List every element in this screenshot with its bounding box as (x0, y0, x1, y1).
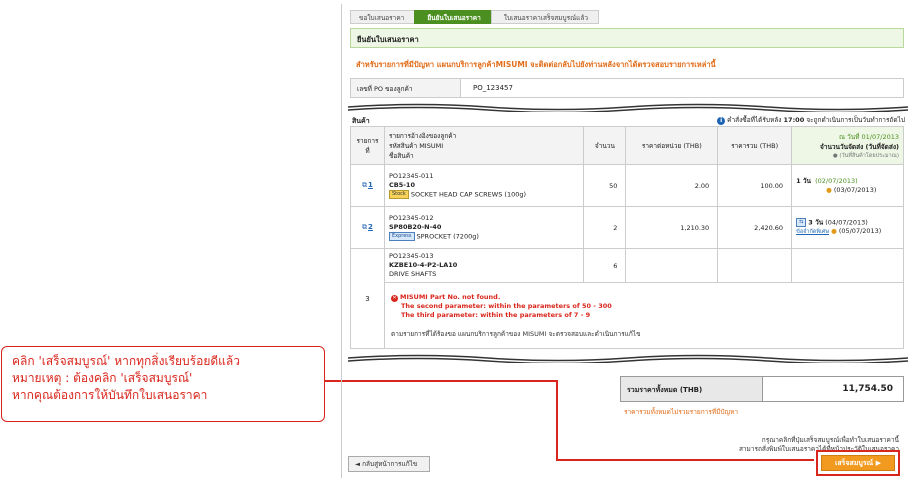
row-3-total (717, 248, 793, 283)
row-3-ref: PO12345-013 (388, 252, 434, 260)
error-cell: ✕ MISUMI Part No. not found. The second p… (383, 282, 905, 349)
items-table: รายการที่ รายการอ้างอิงของลูกค้า รหัสสิน… (350, 126, 905, 349)
row-3-desc: PO12345-013 KZBE10-4-P2-LA10 DRIVE SHAFT… (383, 248, 585, 283)
finish-label: เสร็จสมบูรณ์ (835, 459, 874, 467)
row-1-name: SOCKET HEAD CAP SCREWS (100g) (410, 190, 527, 199)
col-unit-price: ราคาต่อหน่วย (THB) (625, 126, 719, 165)
footer-line-1: กรุณาคลิกที่ปุ่มเสร็จสมบูรณ์เพื่อทำใบเสน… (761, 436, 899, 444)
row-2-name: SPROCKET (7200g) (416, 232, 479, 241)
step-confirm-quote: ยืนยันใบเสนอราคา (414, 10, 492, 24)
back-to-edit-button[interactable]: ◄ กลับสู่หน้าการแก้ไข (348, 456, 430, 472)
finish-highlight: เสร็จสมบูรณ์ ▶ (816, 450, 900, 476)
callout-line-3: หากคุณต้องการให้บันทึกใบเสนอราคา (12, 388, 208, 402)
cutoff-suffix: จะถูกดำเนินการเป็นวันทำการถัดไป (806, 116, 905, 124)
error-icon: ✕ (390, 294, 398, 302)
col-desc-name: ชื่อสินค้า (388, 151, 414, 160)
row-1-days: 1 วัน (796, 176, 811, 185)
row-2-code: SP80B20-N-40 (388, 222, 442, 231)
details-icon: ⧉ (362, 223, 368, 231)
dot-icon: ● (831, 227, 837, 236)
table-header-row: รายการที่ รายการอ้างอิงของลูกค้า รหัสสิน… (350, 126, 904, 165)
page-header: ยืนยันใบเสนอราคา (350, 28, 904, 48)
error-line-1: The second parameter: within the paramet… (400, 301, 612, 310)
row-2-date2: (05/07/2013) (838, 227, 882, 236)
stock-badge: Stock (388, 189, 409, 199)
info-icon: i (717, 117, 726, 125)
ship-note: ● (วันที่สินค้าโดยประมาณ) (832, 152, 899, 159)
cutoff-prefix: คำสั่งซื้อที่ได้รับหลัง (727, 116, 782, 124)
row-3-name: DRIVE SHAFTS (388, 270, 437, 278)
progress-steps: ขอใบเสนอราคา ยืนยันใบเสนอราคา ใบเสนอราคา… (350, 10, 599, 24)
cutoff-notice: i คำสั่งซื้อที่ได้รับหลัง 17:00 จะถูกดำเน… (717, 115, 905, 125)
row-3-unit (625, 248, 719, 283)
row-2-date1: (04/07/2013) (825, 218, 868, 227)
col-description: รายการอ้างอิงของลูกค้า รหัสสินค้า MISUMI… (383, 126, 585, 165)
row-1-unit: 2.00 (625, 164, 719, 207)
row-2-total: 2,420.60 (717, 206, 793, 249)
express-small-icon: ⇆ (796, 217, 807, 227)
row-1-ref: PO12345-011 (388, 171, 434, 180)
special-conditions-link[interactable]: ข้อจำกัดพิเศษ (796, 229, 829, 235)
grand-total-value: 11,754.50 (842, 384, 893, 394)
row-1-total: 100.00 (717, 164, 793, 207)
table-row: 3 PO12345-013 KZBE10-4-P2-LA10 DRIVE SHA… (350, 248, 904, 349)
col-item-no: รายการที่ (350, 126, 385, 165)
row-3-qty: 6 (583, 248, 627, 283)
tear-divider-bottom (348, 353, 908, 363)
row-2-ship: ⇆ 3 วัน (04/07/2013) ข้อจำกัดพิเศษ ● (05/… (791, 206, 904, 249)
ship-days-label: จำนวนวันจัดส่ง (วันที่จัดส่ง) (819, 142, 899, 151)
row-2-desc: PO12345-012 SP80B20-N-40 Express SPROCKET… (383, 206, 585, 249)
row-1-qty: 50 (583, 164, 627, 207)
row-2-unit: 1,210.30 (625, 206, 719, 249)
po-section: เลขที่ PO ของลูกค้า PO_123457 (350, 78, 904, 98)
details-icon: ⧉ (362, 181, 368, 189)
callout-line-2: หมายเหตุ : ต้องคลิก 'เสร็จสมบูรณ์' (12, 371, 193, 385)
finish-button[interactable]: เสร็จสมบูรณ์ ▶ (821, 455, 895, 471)
row-2-ref: PO12345-012 (388, 213, 434, 222)
grand-total-note: ราคารวมทั้งหมดไม่รวมรายการที่มีปัญหา (624, 408, 738, 416)
step-quote-complete: ใบเสนอราคาเสร็จสมบูรณ์แล้ว (490, 10, 599, 24)
row-1-code: CB5-10 (388, 180, 415, 189)
ship-as-of-date: ณ วันที่ 01/07/2013 (838, 132, 899, 141)
express-badge: Express (388, 231, 415, 241)
cutoff-time: 17:00 (783, 116, 805, 124)
row-3-code: KZBE10-4-P2-LA10 (388, 261, 458, 269)
row-1-no[interactable]: ⧉1 (350, 164, 385, 207)
error-row: ✕ MISUMI Part No. not found. The second p… (351, 282, 905, 349)
row-1-date2: (03/07/2013) (833, 185, 877, 194)
quote-confirm-panel: ขอใบเสนอราคา ยืนยันใบเสนอราคา ใบเสนอราคา… (341, 4, 909, 478)
row-3-ship (791, 248, 904, 283)
error-line-2: The third parameter: within the paramete… (400, 310, 591, 319)
table-row: ⧉2 PO12345-012 SP80B20-N-40 Express SPROC… (350, 206, 904, 249)
dot-icon: ● (826, 185, 832, 194)
step-request-quote: ขอใบเสนอราคา (350, 10, 416, 24)
row-1-link[interactable]: 1 (368, 181, 373, 189)
row-1-date1: (02/07/2013) (815, 176, 858, 185)
row-2-days: 3 วัน (808, 218, 824, 227)
grand-total-label: รวมราคาทั้งหมด (THB) (621, 377, 763, 401)
row-2-qty: 2 (583, 206, 627, 249)
col-qty: จำนวน (583, 126, 627, 165)
error-note: ตามรายการที่ได้ร้องขอ แผนกบริการลูกค้าขอ… (390, 329, 641, 338)
row-1-ship: 1 วัน (02/07/2013) ● (03/07/2013) (791, 164, 904, 207)
col-shipping: ณ วันที่ 01/07/2013 จำนวนวันจัดส่ง (วันท… (791, 126, 904, 165)
col-desc-ref: รายการอ้างอิงของลูกค้า (388, 131, 457, 140)
page-title: ยืนยันใบเสนอราคา (357, 35, 419, 44)
row-3-no: 3 (350, 248, 385, 349)
arrow-right-icon: ▶ (875, 459, 881, 467)
instruction-callout: คลิก 'เสร็จสมบูรณ์' หากทุกสิ่งเรียบร้อยด… (1, 346, 325, 422)
problem-notice: สำหรับรายการที่มีปัญหา แผนกบริการลูกค้าM… (356, 60, 716, 69)
col-desc-code: รหัสสินค้า MISUMI (388, 141, 444, 150)
row-2-link[interactable]: 2 (368, 223, 373, 231)
row-1-desc: PO12345-011 CB5-10 Stock SOCKET HEAD CAP … (383, 164, 585, 207)
tear-divider-top (348, 103, 908, 112)
row-2-no[interactable]: ⧉2 (350, 206, 385, 249)
grand-total-box: รวมราคาทั้งหมด (THB) 11,754.50 (620, 376, 904, 402)
po-value: PO_123457 (473, 84, 513, 92)
col-total: ราคารวม (THB) (717, 126, 793, 165)
callout-line-1: คลิก 'เสร็จสมบูรณ์' หากทุกสิ่งเรียบร้อยด… (12, 354, 240, 368)
table-row: ⧉1 PO12345-011 CB5-10 Stock SOCKET HEAD C… (350, 164, 904, 207)
po-label: เลขที่ PO ของลูกค้า (351, 79, 461, 97)
error-title: MISUMI Part No. not found. (399, 292, 501, 301)
